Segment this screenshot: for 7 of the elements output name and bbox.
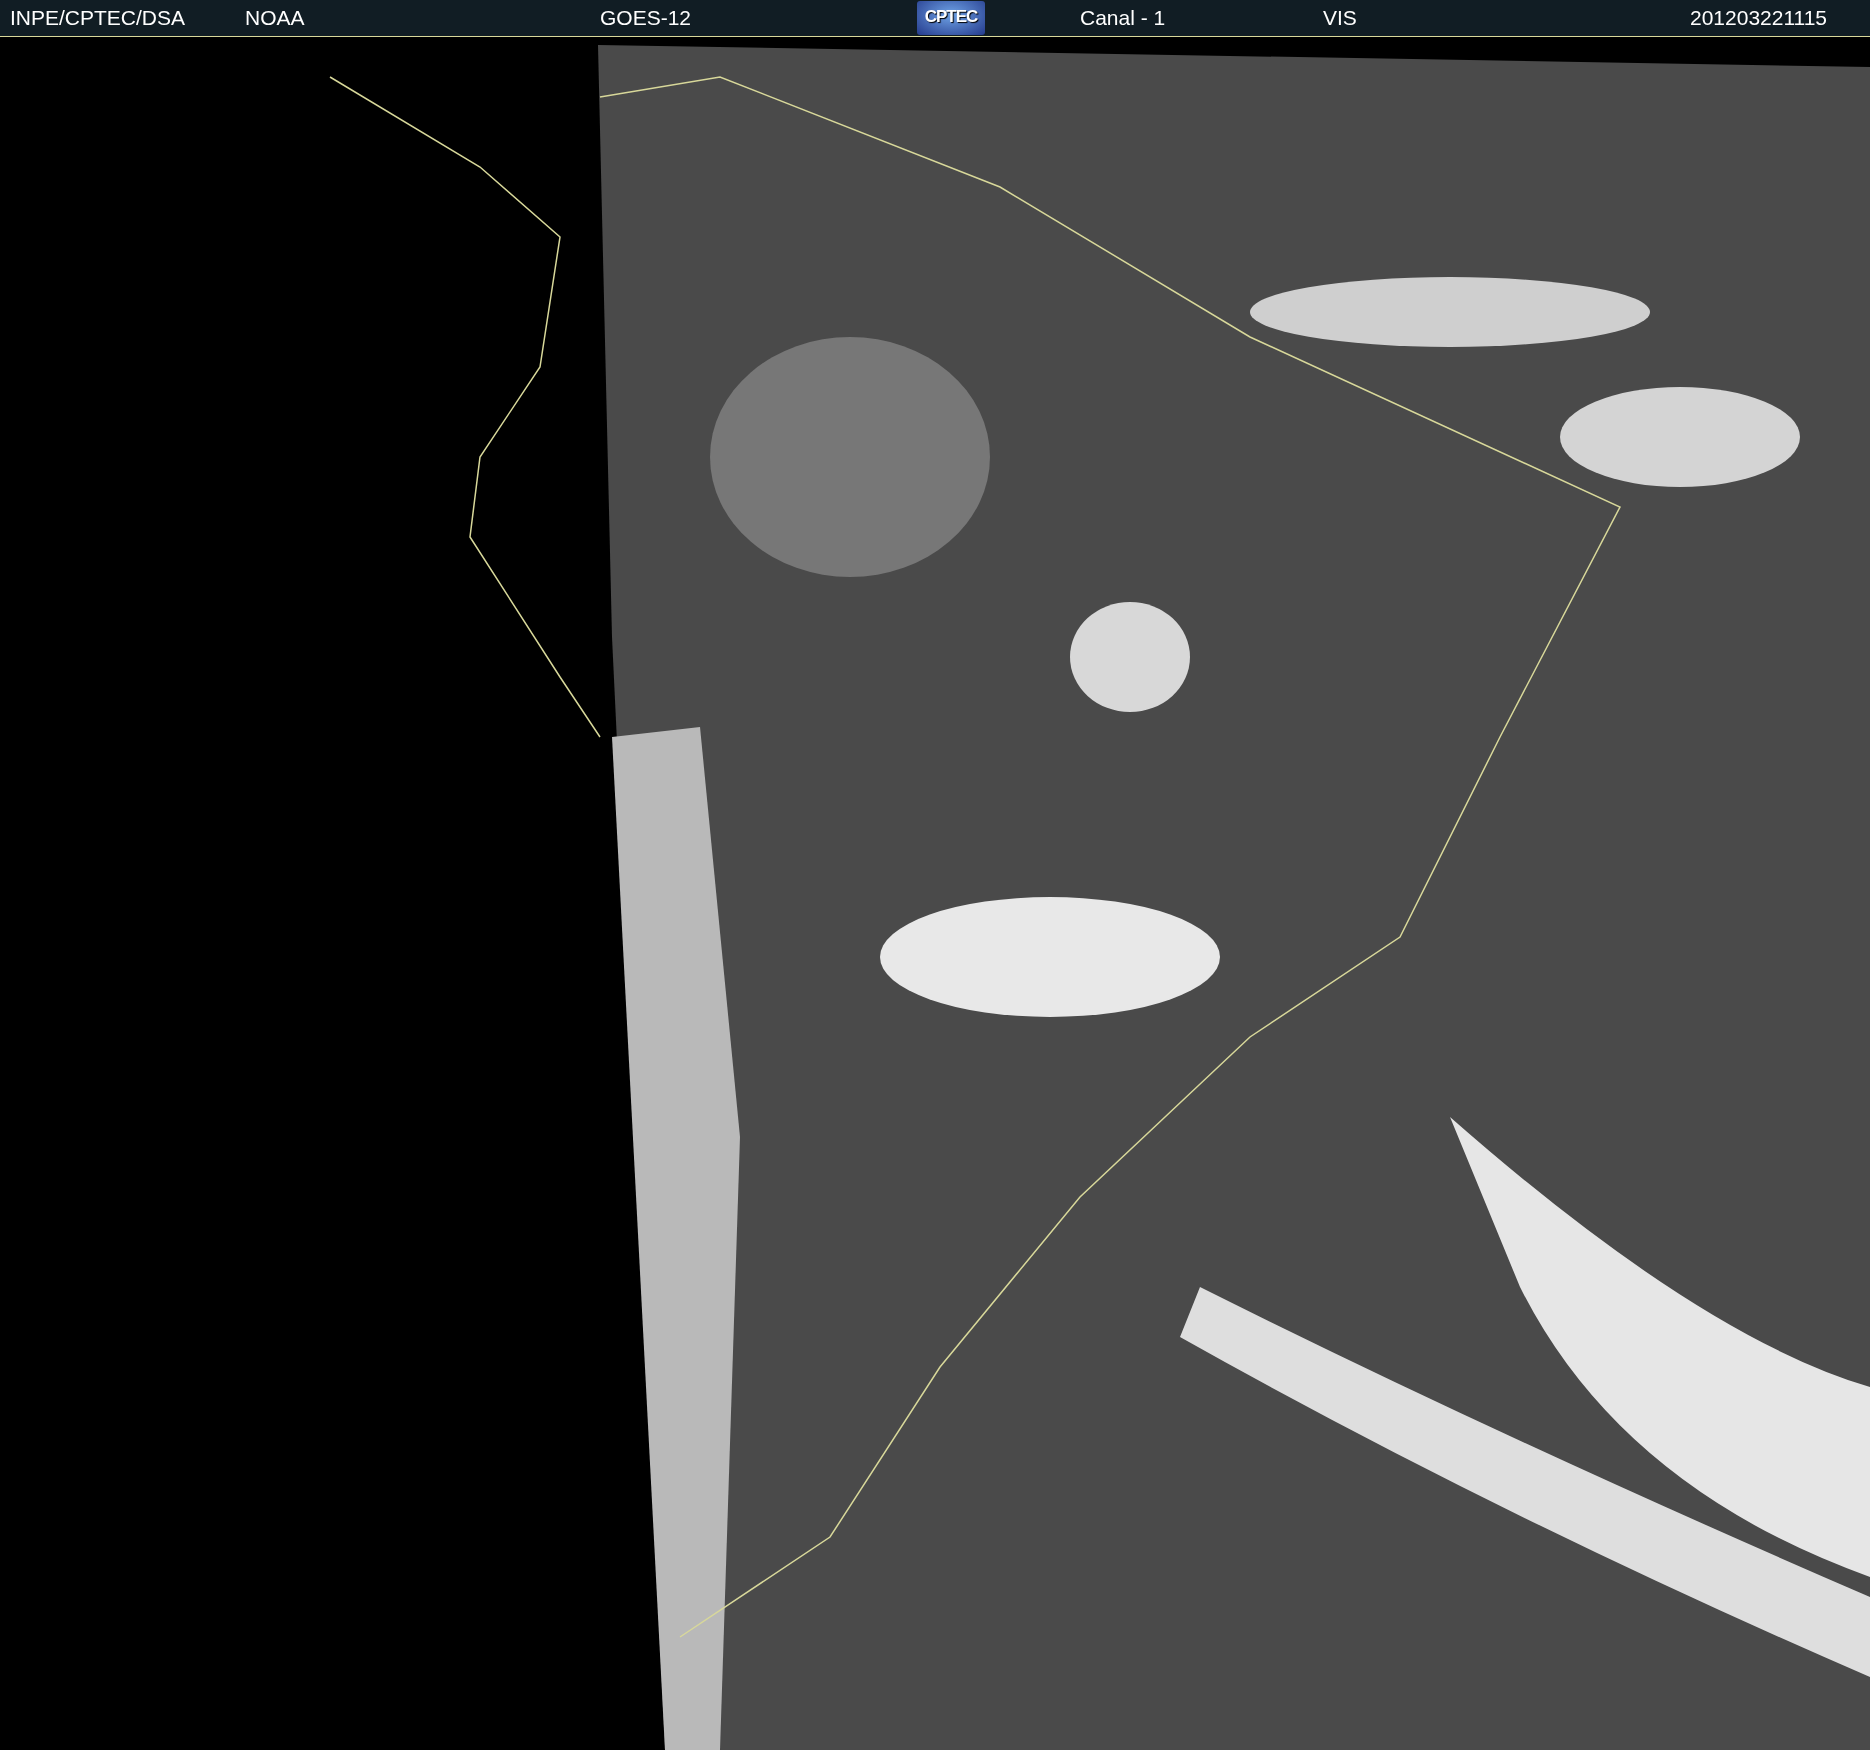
- header-label: Canal - 1: [1080, 6, 1166, 29]
- header-label: INPE/CPTEC/DSA: [10, 6, 186, 29]
- header-label: GOES-12: [600, 6, 692, 29]
- header-label: 201203221115: [1690, 6, 1828, 29]
- header-label: NOAA: [245, 6, 305, 29]
- header-label: VIS: [1323, 6, 1357, 29]
- logo: CPTEC: [917, 1, 985, 35]
